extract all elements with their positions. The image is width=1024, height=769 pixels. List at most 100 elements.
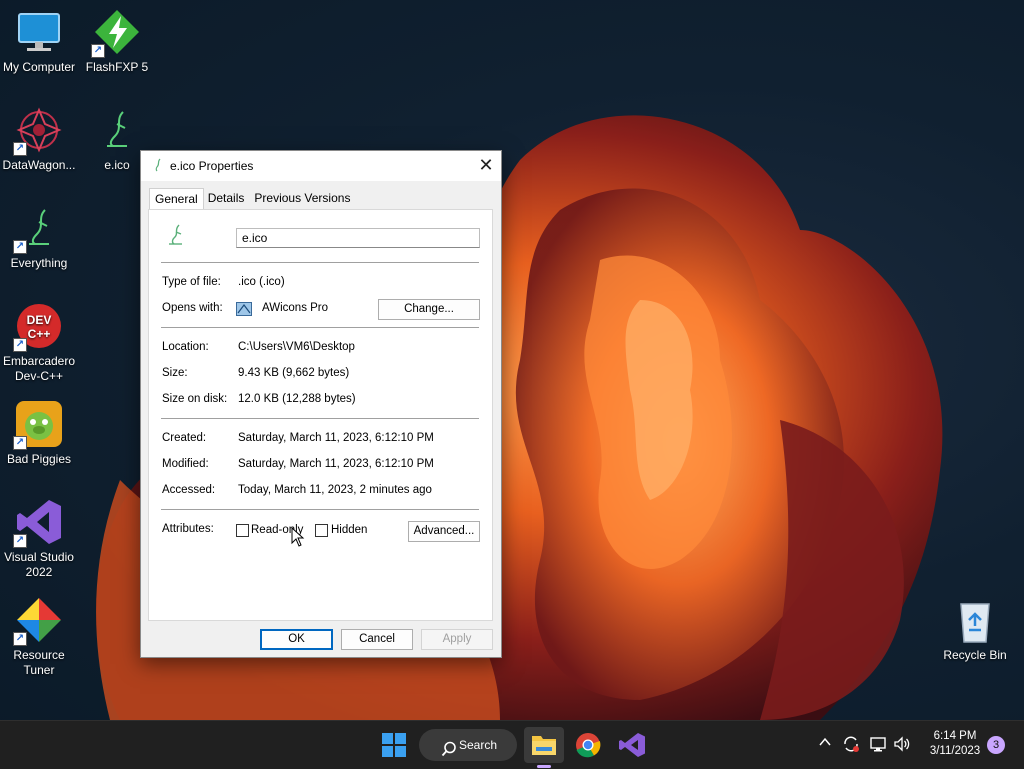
- search-label: Search: [459, 738, 498, 752]
- dialog-titlebar[interactable]: e.ico Properties ✕: [141, 151, 501, 181]
- chevron-up-icon[interactable]: [818, 735, 832, 752]
- modified-label: Modified:: [162, 458, 209, 470]
- separator: [161, 262, 479, 263]
- type-value: .ico (.ico): [238, 276, 285, 288]
- everything-icon: ↗: [13, 204, 63, 254]
- change-button[interactable]: Change...: [378, 299, 480, 320]
- opens-with-value: AWicons Pro: [262, 302, 329, 314]
- general-panel: e.ico Type of file: .ico (.ico) Opens wi…: [148, 209, 493, 621]
- tab-previous-versions[interactable]: Previous Versions: [248, 187, 356, 209]
- shortcut-arrow-icon: ↗: [13, 338, 27, 352]
- recycle-bin-icon: [951, 596, 999, 644]
- tab-details[interactable]: Details: [202, 187, 251, 209]
- tab-general[interactable]: General: [149, 188, 204, 210]
- clock-date: 3/11/2023: [929, 745, 981, 757]
- bad-piggies-icon: ↗: [13, 400, 63, 450]
- size-on-disk-value: 12.0 KB (12,288 bytes): [238, 393, 356, 405]
- mouse-cursor-icon: [291, 527, 305, 547]
- desktop-icon-my-computer[interactable]: My Computer: [0, 8, 78, 75]
- desktop-icon-label: Visual Studio 2022: [4, 550, 74, 579]
- desktop-icon-resource-tuner[interactable]: ↗ Resource Tuner: [0, 596, 78, 678]
- desktop-icon-bad-piggies[interactable]: ↗ Bad Piggies: [0, 400, 78, 467]
- taskbar: Search 6:14 PM 3/11/2023 3: [0, 720, 1024, 769]
- separator: [161, 509, 479, 510]
- taskbar-visual-studio[interactable]: [614, 727, 650, 763]
- desktop-icon-label: Embarcadero Dev-C++: [2, 354, 76, 383]
- network-icon[interactable]: [869, 735, 887, 756]
- clock-time: 6:14 PM: [933, 730, 977, 742]
- tab-strip: General Details Previous Versions: [149, 187, 356, 210]
- shortcut-arrow-icon: ↗: [13, 534, 27, 548]
- properties-dialog: e.ico Properties ✕ General Details Previou…: [140, 150, 502, 658]
- devcpp-icon: DEV C++ ↗: [13, 302, 63, 352]
- notification-badge[interactable]: 3: [987, 736, 1005, 754]
- cancel-button[interactable]: Cancel: [341, 629, 413, 650]
- accessed-value: Today, March 11, 2023, 2 minutes ago: [238, 484, 432, 496]
- created-label: Created:: [162, 432, 207, 444]
- desktop-icon-label: Resource Tuner: [13, 648, 65, 677]
- taskbar-clock[interactable]: 6:14 PM 3/11/2023: [918, 729, 992, 759]
- desktop-icon-recycle-bin[interactable]: Recycle Bin: [936, 596, 1014, 663]
- ok-button[interactable]: OK: [260, 629, 333, 650]
- opens-with-label: Opens with:: [162, 302, 223, 314]
- ico-file-icon: [165, 223, 187, 250]
- size-value: 9.43 KB (9,662 bytes): [238, 367, 350, 379]
- taskbar-search[interactable]: Search: [419, 729, 517, 761]
- sync-icon[interactable]: [842, 735, 860, 756]
- desktop-icon-label: DataWagon...: [2, 158, 76, 172]
- visual-studio-icon: [619, 733, 645, 757]
- shortcut-arrow-icon: ↗: [13, 142, 27, 156]
- desktop-icon-everything[interactable]: ↗ Everything: [0, 204, 78, 271]
- close-icon[interactable]: ✕: [471, 151, 501, 181]
- shortcut-arrow-icon: ↗: [13, 632, 27, 646]
- size-on-disk-label: Size on disk:: [162, 393, 228, 405]
- monitor-icon: [15, 8, 63, 56]
- start-button[interactable]: [376, 727, 412, 763]
- volume-icon[interactable]: [893, 735, 911, 756]
- attributes-label: Attributes:: [162, 523, 214, 535]
- desktop-icon-devcpp[interactable]: DEV C++ ↗ Embarcadero Dev-C++: [0, 302, 78, 384]
- separator: [161, 418, 479, 419]
- filename-input[interactable]: e.ico: [236, 228, 480, 248]
- apply-button[interactable]: Apply: [421, 629, 493, 650]
- svg-text:C++: C++: [28, 327, 51, 341]
- location-value: C:\Users\VM6\Desktop: [238, 341, 355, 353]
- datawagon-icon: ↗: [13, 106, 63, 156]
- svg-text:DEV: DEV: [27, 313, 52, 327]
- chrome-icon: [576, 733, 601, 758]
- separator: [161, 327, 479, 328]
- desktop-icon-label: Everything: [10, 256, 68, 270]
- dialog-title: e.ico Properties: [170, 159, 254, 173]
- folder-icon: [532, 736, 556, 755]
- desktop-icon-label: Recycle Bin: [943, 648, 1007, 662]
- modified-value: Saturday, March 11, 2023, 6:12:10 PM: [238, 458, 434, 470]
- shortcut-arrow-icon: ↗: [91, 44, 105, 58]
- type-label: Type of file:: [162, 276, 221, 288]
- desktop-icon-flashfxp[interactable]: ↗ FlashFXP 5: [78, 8, 156, 75]
- taskbar-file-explorer[interactable]: [524, 727, 564, 768]
- accessed-label: Accessed:: [162, 484, 216, 496]
- desktop-icon-datawagon[interactable]: ↗ DataWagon...: [0, 106, 78, 173]
- hidden-checkbox[interactable]: [315, 524, 328, 537]
- readonly-checkbox[interactable]: [236, 524, 249, 537]
- search-icon: [441, 737, 457, 769]
- created-value: Saturday, March 11, 2023, 6:12:10 PM: [238, 432, 434, 444]
- desktop-icon-label: FlashFXP 5: [85, 60, 149, 74]
- taskbar-chrome[interactable]: [570, 727, 606, 763]
- size-label: Size:: [162, 367, 188, 379]
- desktop-icon-label: e.ico: [104, 158, 130, 172]
- advanced-button[interactable]: Advanced...: [408, 521, 480, 542]
- hidden-label[interactable]: Hidden: [331, 524, 367, 536]
- visual-studio-icon: ↗: [13, 498, 63, 548]
- flashfxp-icon: ↗: [91, 8, 141, 58]
- location-label: Location:: [162, 341, 209, 353]
- desktop-icon-label: My Computer: [2, 60, 76, 74]
- desktop-icon-label: Bad Piggies: [6, 452, 72, 466]
- ico-file-icon: [151, 158, 165, 172]
- resource-tuner-icon: ↗: [13, 596, 63, 646]
- shortcut-arrow-icon: ↗: [13, 240, 27, 254]
- ico-file-icon: [93, 106, 141, 154]
- shortcut-arrow-icon: ↗: [13, 436, 27, 450]
- awicons-app-icon: [236, 301, 252, 320]
- desktop-icon-visual-studio[interactable]: ↗ Visual Studio 2022: [0, 498, 78, 580]
